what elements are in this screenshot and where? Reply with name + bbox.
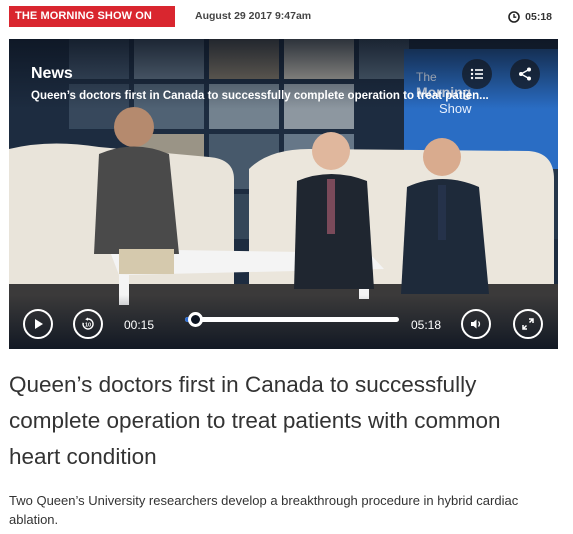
video-title: Queen’s doctors first in Canada to succe… [31,90,489,102]
progress-knob[interactable] [188,312,204,327]
top-bar: THE MORNING SHOW ON CKWS August 29 2017 … [9,6,558,43]
duration-indicator: 05:18 [508,6,552,27]
video-player[interactable]: The Morning Show News Queen’s doctors fi… [9,39,558,349]
volume-button[interactable] [461,309,491,339]
current-time: 00:15 [124,318,155,332]
fullscreen-button[interactable] [513,309,543,339]
volume-icon [471,319,481,329]
control-bar: 10 00:15 05:18 [9,295,558,349]
rewind-10-icon: 10 [82,317,94,330]
playlist-button[interactable] [462,59,492,89]
rewind-seconds-label: 10 [85,323,91,329]
clock-icon [508,10,520,23]
play-button[interactable] [23,309,53,339]
category-label: News [31,65,73,82]
share-icon [519,67,531,81]
publish-date: August 29 2017 9:47am [195,10,312,22]
show-name-badge[interactable]: THE MORNING SHOW ON CKWS [9,6,175,43]
list-icon [470,68,483,80]
video-duration: 05:18 [525,10,552,23]
total-time: 05:18 [411,318,442,332]
play-icon [35,319,43,329]
fullscreen-icon [522,318,534,330]
share-button[interactable] [510,59,540,89]
article-headline[interactable]: Queen’s doctors first in Canada to succe… [9,367,558,475]
article-summary: Two Queen’s University researchers devel… [9,493,519,527]
rewind-10-button[interactable]: 10 [73,309,103,339]
progress-bar[interactable] [185,312,399,327]
